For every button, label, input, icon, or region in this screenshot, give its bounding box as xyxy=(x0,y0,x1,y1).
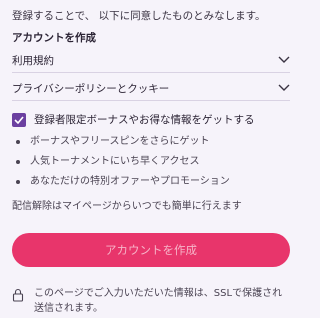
ssl-text: このページでご入力いただいた情報は、SSLで保護され送信されます。 xyxy=(34,288,283,314)
chevron-down-icon xyxy=(278,84,290,92)
check-icon xyxy=(14,115,24,124)
ssl-notice: このページでご入力いただいた情報は、SSLで保護され送信されます。 xyxy=(12,286,290,316)
unsubscribe-note: 配信解除はマイページからいつでも簡単に行えます xyxy=(12,201,242,212)
divider xyxy=(12,100,290,101)
consent-label: 登録者限定ボーナスやお得な情報をゲットする xyxy=(34,114,255,126)
chevron-down-icon xyxy=(278,56,290,64)
divider xyxy=(12,72,290,73)
consent-row[interactable]: 登録者限定ボーナスやお得な情報をゲットする xyxy=(12,112,255,127)
list-item: 人気トーナメントにいち早くアクセス xyxy=(16,152,230,172)
section-title: アカウントを作成 xyxy=(12,32,96,44)
signup-panel: 登録することで、 以下に同意したものとみなします。 アカウントを作成 利用規約 … xyxy=(0,0,300,318)
lock-icon xyxy=(12,288,24,302)
list-item: ボーナスやフリースピンをさらにゲット xyxy=(16,132,230,152)
benefit-list: ボーナスやフリースピンをさらにゲット 人気トーナメントにいち早くアクセス あなた… xyxy=(16,132,230,192)
privacy-label: プライバシーポリシーとクッキー xyxy=(12,82,170,95)
intro-text: 登録することで、 以下に同意したものとみなします。 xyxy=(12,10,266,22)
privacy-accordion[interactable]: プライバシーポリシーとクッキー xyxy=(12,78,290,98)
terms-accordion[interactable]: 利用規約 xyxy=(12,50,290,70)
consent-checkbox[interactable] xyxy=(12,112,26,127)
create-account-button[interactable]: アカウントを作成 xyxy=(12,233,290,267)
terms-label: 利用規約 xyxy=(12,54,54,67)
list-item: あなただけの特別オファーやプロモーション xyxy=(16,172,230,192)
